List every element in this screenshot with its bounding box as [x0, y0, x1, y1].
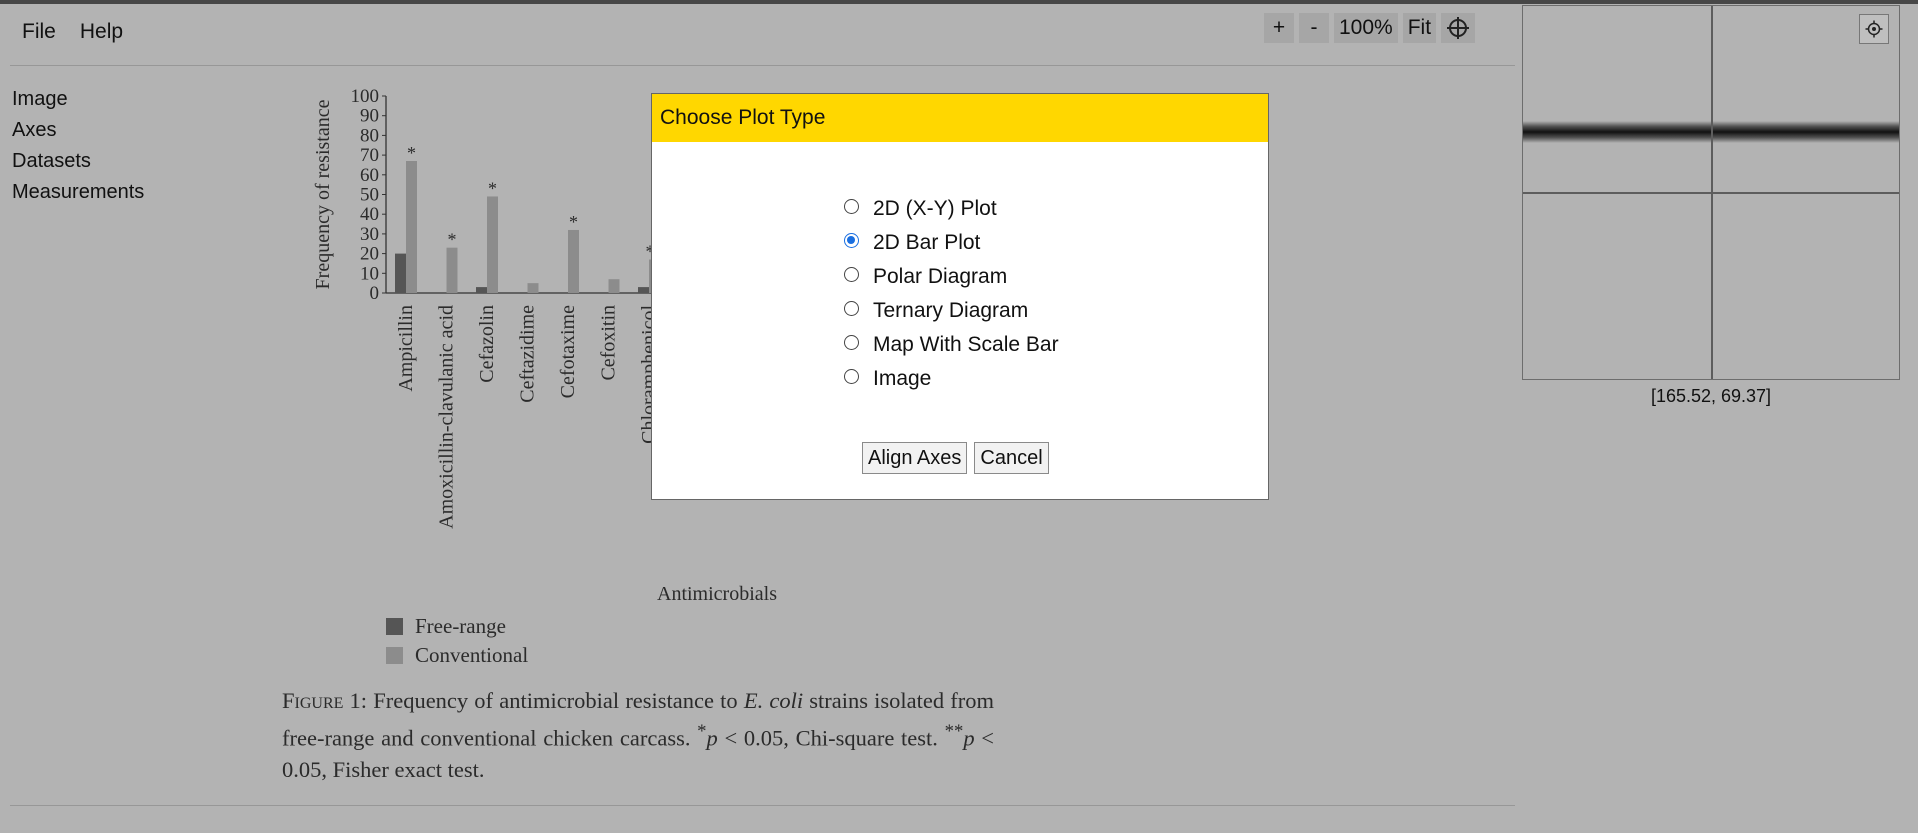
radio-2d-xy-plot[interactable] [844, 198, 859, 214]
x-tick-label: Cefoxitin [598, 305, 620, 381]
menu-file[interactable]: File [10, 18, 68, 46]
nav-datasets[interactable]: Datasets [12, 146, 144, 177]
x-axis-label: Antimicrobials [657, 583, 777, 600]
x-tick-label: Ceftazidime [517, 305, 539, 403]
dialog-title: Choose Plot Type [652, 94, 1268, 142]
figure-caption: Figure 1: Frequency of antimicrobial res… [282, 685, 994, 785]
caption-figure-label: Figure 1 [282, 688, 361, 713]
bar-conventional [568, 229, 579, 293]
nav-axes[interactable]: Axes [12, 115, 144, 146]
bar-conventional [608, 279, 620, 293]
y-tick-label: 0 [370, 283, 380, 304]
caption-star-2: ** [944, 721, 964, 742]
y-tick-label: 70 [360, 145, 379, 166]
option-ternary-diagram[interactable]: Ternary Diagram [844, 294, 1059, 328]
dialog-buttons: Align Axes Cancel [862, 442, 1049, 474]
caption-star-1: * [697, 721, 707, 742]
y-tick-label: 30 [360, 224, 379, 245]
bar-free-range [476, 287, 487, 293]
caption-text-3: < 0.05, Chi-square test. [717, 725, 945, 751]
x-tick-label: Cefazolin [476, 305, 498, 383]
option-2d-bar-plot[interactable]: 2D Bar Plot [844, 226, 1059, 260]
nav-measurements[interactable]: Measurements [12, 177, 144, 208]
bar-free-range [395, 253, 406, 293]
legend-swatch-conventional [386, 647, 403, 664]
bar-conventional [446, 247, 458, 293]
significance-marker: * [407, 143, 416, 163]
option-image[interactable]: Image [844, 362, 1059, 396]
window-top-strip [0, 0, 1918, 4]
option-label: 2D (X-Y) Plot [873, 197, 997, 220]
zoom-in-button[interactable]: + [1264, 13, 1294, 43]
x-tick-label: Amoxicillin-clavulanic acid [436, 305, 458, 529]
radio-polar-diagram[interactable] [844, 266, 859, 282]
legend-label-free-range: Free-range [415, 614, 506, 638]
significance-marker: * [569, 212, 578, 232]
zoom-out-button[interactable]: - [1299, 13, 1329, 43]
caption-p-2: p [963, 725, 975, 751]
zoom-level: 100% [1334, 13, 1398, 43]
y-axis-label: Frequency of resistance [312, 99, 334, 289]
zoom-toolbar: + - 100% Fit [1264, 13, 1476, 43]
option-label: Polar Diagram [873, 265, 1008, 288]
cancel-button[interactable]: Cancel [974, 442, 1049, 474]
x-tick-label: Cefotaxime [557, 305, 579, 398]
menu-bar: File Help [10, 18, 135, 46]
option-label: 2D Bar Plot [873, 231, 981, 254]
y-tick-label: 60 [360, 165, 379, 186]
gear-icon [1865, 20, 1883, 38]
y-tick-label: 50 [360, 185, 379, 206]
radio-map-with-scale-bar[interactable] [844, 334, 859, 350]
menu-divider [10, 65, 1515, 66]
legend-label-conventional: Conventional [415, 643, 529, 667]
fit-button[interactable]: Fit [1402, 13, 1437, 43]
plot-type-options: 2D (X-Y) Plot 2D Bar Plot Polar Diagram … [844, 192, 1059, 396]
legend-item-free-range: Free-range [386, 614, 506, 639]
radio-2d-bar-plot[interactable] [844, 232, 859, 248]
y-tick-label: 100 [351, 86, 380, 107]
option-label: Ternary Diagram [873, 299, 1029, 322]
magnifier-settings-button[interactable] [1859, 14, 1889, 44]
legend-swatch-free-range [386, 618, 403, 635]
align-axes-button[interactable]: Align Axes [862, 442, 968, 474]
y-tick-label: 40 [360, 204, 379, 225]
radio-ternary-diagram[interactable] [844, 300, 859, 316]
significance-marker: * [448, 230, 457, 250]
option-label: Map With Scale Bar [873, 333, 1059, 356]
magnifier-view [1522, 5, 1900, 380]
y-tick-label: 20 [360, 244, 379, 265]
y-tick-label: 80 [360, 125, 379, 146]
nav-image[interactable]: Image [12, 84, 144, 115]
bottom-divider [10, 805, 1515, 806]
crosshair-toggle-button[interactable] [1441, 13, 1476, 43]
significance-marker: * [488, 178, 497, 198]
cursor-coordinates: [165.52, 69.37] [1650, 386, 1772, 406]
caption-p-1: p [706, 725, 718, 751]
y-tick-label: 10 [360, 263, 379, 284]
x-tick-label: Ampicillin [395, 305, 417, 392]
caption-text-1: : Frequency of antimicrobial resistance … [360, 688, 744, 713]
radio-image[interactable] [844, 368, 859, 384]
bar-conventional [406, 161, 417, 293]
bar-free-range [638, 287, 649, 293]
bar-conventional [487, 196, 498, 293]
option-map-with-scale-bar[interactable]: Map With Scale Bar [844, 328, 1059, 362]
choose-plot-type-dialog: Choose Plot Type 2D (X-Y) Plot 2D Bar Pl… [651, 93, 1269, 500]
option-label: Image [873, 367, 932, 390]
crosshair-icon [1447, 17, 1470, 39]
menu-help[interactable]: Help [68, 18, 135, 46]
caption-species: E. coli [743, 688, 804, 713]
option-polar-diagram[interactable]: Polar Diagram [844, 260, 1059, 294]
option-2d-xy-plot[interactable]: 2D (X-Y) Plot [844, 192, 1059, 226]
legend-item-conventional: Conventional [386, 643, 528, 668]
crosshair-horizontal [1523, 192, 1899, 194]
bar-conventional [527, 283, 539, 293]
y-tick-label: 90 [360, 106, 379, 127]
side-navigation: Image Axes Datasets Measurements [12, 84, 144, 208]
